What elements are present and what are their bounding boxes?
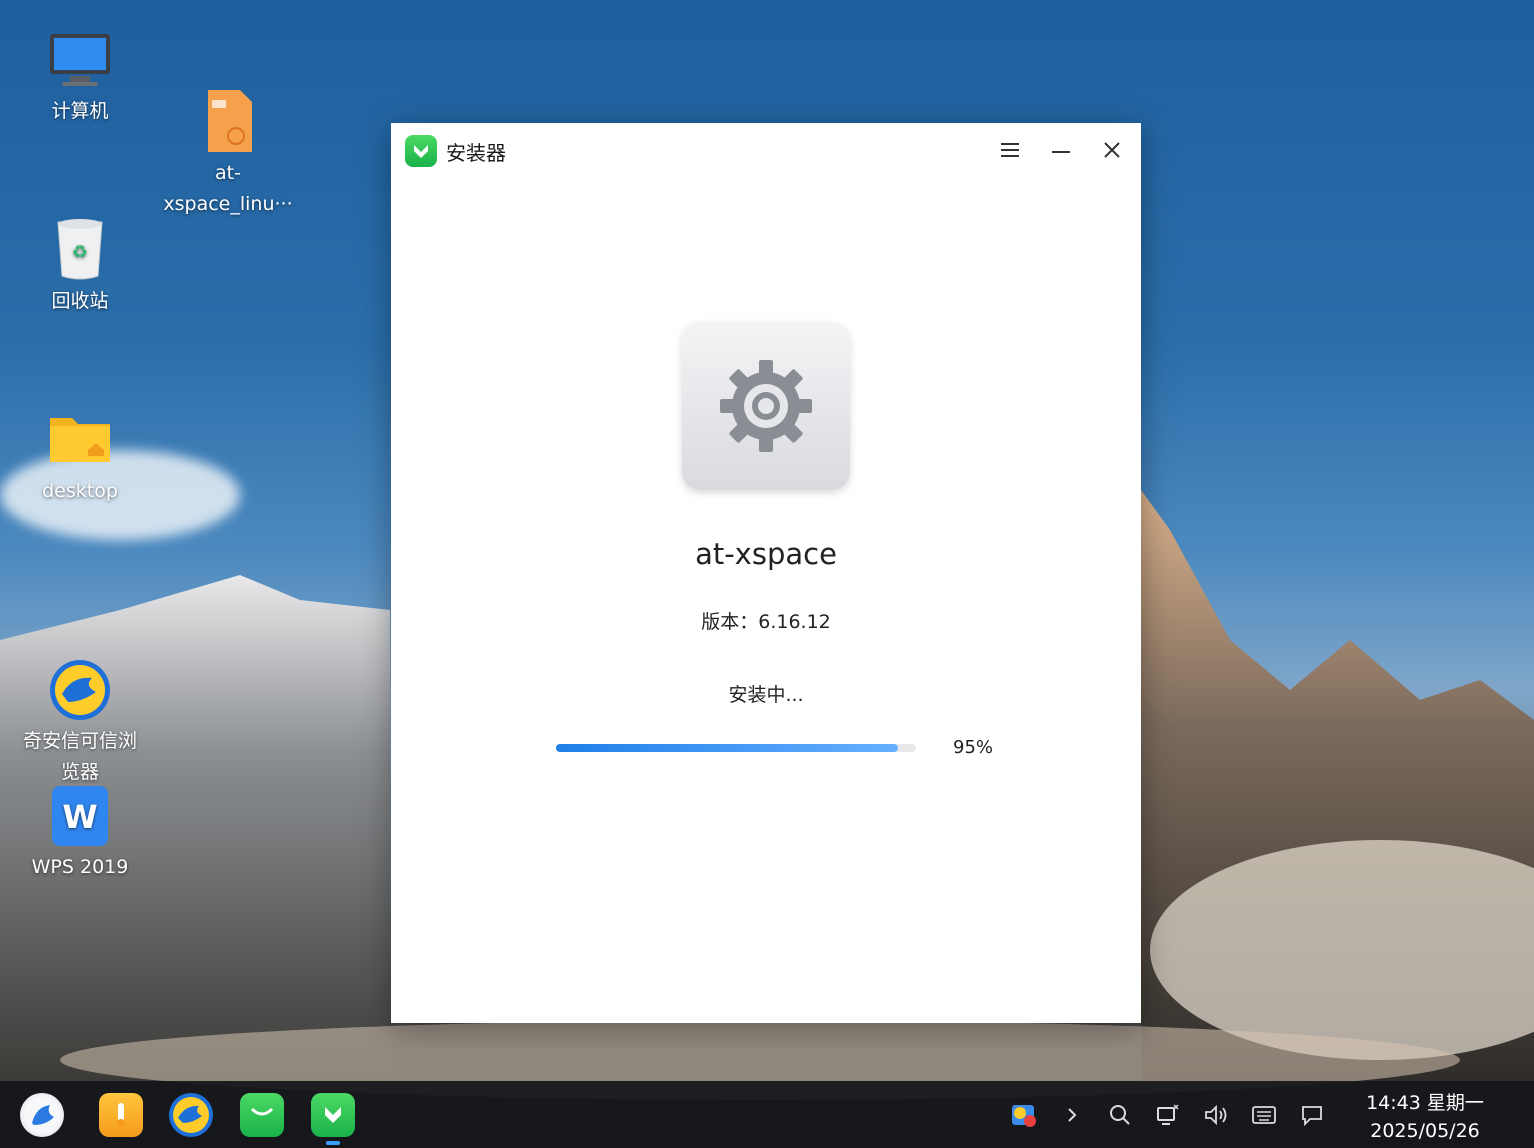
minimize-icon [1052,151,1070,153]
desktop-icon-computer[interactable]: 计算机 [5,28,155,127]
window-title: 安装器 [446,141,506,165]
computer-icon [48,28,112,92]
tray-search[interactable] [1106,1101,1134,1129]
desktop-icon-wps[interactable]: W WPS 2019 [5,784,155,883]
taskbar-file-manager[interactable] [99,1093,143,1137]
notification-app-icon [1012,1105,1036,1127]
desktop-icon-label: 奇安信可信浏 览器 [22,730,137,783]
desktop-icon-label: WPS 2019 [31,856,129,878]
clock-time: 14:43 星期一 [1366,1092,1484,1114]
svg-text:♻: ♻ [72,242,88,263]
trash-icon: ♻ [48,218,112,282]
install-progress-fill [556,744,898,752]
launcher-icon [32,1105,54,1125]
taskbar-installer[interactable] [311,1093,355,1137]
desktop-icon-label: 回收站 [51,290,109,312]
deb-package-icon [196,59,260,152]
window-titlebar[interactable]: 安装器 [391,123,1141,177]
taskbar: 14:43 星期一 2025/05/26 [0,1081,1534,1148]
package-name: at-xspace [695,537,837,571]
home-folder-icon [48,408,112,472]
minimize-button[interactable] [1043,133,1079,167]
tray-notification-app[interactable] [1010,1101,1038,1129]
menu-button[interactable] [992,133,1028,167]
desktop-icon-deb-package[interactable]: at- xspace_linu··· [153,28,303,251]
volume-icon [1205,1104,1227,1126]
install-progress-percent: 95% [953,737,994,758]
tray-keyboard[interactable] [1250,1101,1278,1129]
menu-icon [1001,143,1019,157]
package-version: 版本：6.16.12 [701,611,831,633]
message-icon [1302,1106,1322,1127]
desktop-icon-label: 计算机 [51,100,109,122]
browser-icon [173,1097,209,1133]
tray-network[interactable] [1154,1101,1182,1129]
tray-expand[interactable] [1058,1101,1086,1129]
file-manager-icon [117,1103,125,1127]
desktop-icon-trash[interactable]: ♻ 回收站 [5,218,155,317]
wps-icon: W [48,784,112,848]
tray-volume[interactable] [1202,1101,1230,1129]
install-progress-bar [556,744,916,752]
active-app-indicator [326,1141,340,1145]
close-button[interactable] [1094,133,1130,167]
desktop-icon-label: at- xspace_linu··· [163,162,293,215]
qianxin-browser-icon [48,627,112,720]
app-store-icon [250,1107,274,1116]
search-icon [1110,1105,1130,1125]
desktop-icon-folder[interactable]: desktop [5,408,155,507]
close-icon [1104,142,1120,158]
gear-icon [720,360,812,452]
keyboard-icon [1252,1106,1276,1124]
clock-date: 2025/05/26 [1370,1120,1480,1142]
tray-messages[interactable] [1298,1101,1326,1129]
chevron-right-icon [1068,1108,1077,1122]
taskbar-app-store[interactable] [240,1093,284,1137]
launcher-button[interactable] [20,1093,64,1137]
installer-logo-icon [405,135,437,167]
package-icon-tile [682,322,850,490]
install-status: 安装中... [728,684,804,706]
network-icon [1157,1104,1179,1125]
installer-icon [325,1107,341,1123]
svg-text:W: W [62,798,97,836]
taskbar-browser[interactable] [169,1093,213,1137]
desktop-icon-label: desktop [42,480,118,502]
taskbar-clock[interactable]: 14:43 星期一 2025/05/26 [1340,1089,1510,1145]
installer-window: 安装器 at-xspace 版本：6.16.12 安装中... 95% [391,123,1141,1023]
